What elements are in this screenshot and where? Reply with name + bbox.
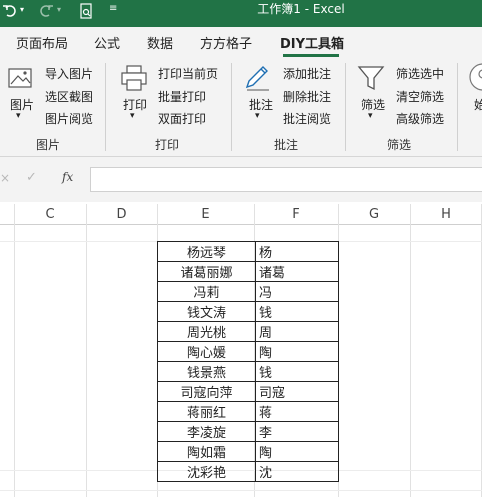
data-table: 杨远琴 杨 诸葛丽娜 诸葛 冯莉 冯 钱文涛 钱 周光桃 周 陶心媛 陶 钱景燕… bbox=[157, 241, 339, 482]
tab-diy-toolbox[interactable]: DIY工具箱 bbox=[280, 33, 344, 52]
column-header-f[interactable]: F bbox=[254, 204, 338, 225]
insert-function-icon[interactable]: fx bbox=[62, 170, 73, 184]
enter-check-icon[interactable]: ✓ bbox=[26, 170, 37, 185]
window-title: 工作簿1 - Excel bbox=[257, 2, 345, 16]
tab-fangfang[interactable]: 方方格子 bbox=[200, 33, 252, 52]
print-current-page-button[interactable]: 打印当前页 bbox=[158, 65, 218, 82]
cell-full-name[interactable]: 蒋丽红 bbox=[157, 401, 256, 422]
printer-icon[interactable] bbox=[120, 65, 148, 94]
print-dropdown-icon[interactable]: ▾ bbox=[130, 111, 135, 121]
cell-surname[interactable]: 司寇 bbox=[255, 381, 339, 402]
group-separator bbox=[457, 63, 458, 151]
cell-full-name[interactable]: 陶如霜 bbox=[157, 441, 256, 462]
group-separator bbox=[345, 63, 346, 151]
group-label-comment: 批注 bbox=[274, 138, 299, 152]
partial-next-button[interactable]: 始 bbox=[474, 96, 482, 113]
cell-surname[interactable]: 钱 bbox=[255, 361, 339, 382]
ribbon: 图片 ▾ 导入图片 选区截图 图片阅览 图片 打印 ▾ 打印当前页 批量打印 双… bbox=[0, 57, 482, 157]
filter-dropdown-icon[interactable]: ▾ bbox=[368, 111, 373, 121]
filter-selected-button[interactable]: 筛选选中 bbox=[396, 65, 444, 82]
cell-full-name[interactable]: 陶心媛 bbox=[157, 341, 256, 362]
column-header-d[interactable]: D bbox=[86, 204, 157, 225]
cell-surname[interactable]: 周 bbox=[255, 321, 339, 342]
tab-page-layout[interactable]: 页面布局 bbox=[16, 33, 68, 52]
cell-surname[interactable]: 沈 bbox=[255, 461, 339, 482]
cell-surname[interactable]: 蒋 bbox=[255, 401, 339, 422]
group-label-print: 打印 bbox=[155, 138, 180, 152]
pen-comment-icon[interactable] bbox=[243, 63, 273, 94]
cell-full-name[interactable]: 诸葛丽娜 bbox=[157, 261, 256, 282]
column-header-partial bbox=[0, 204, 14, 225]
print-button[interactable]: 打印 bbox=[123, 96, 147, 113]
ribbon-tabs: 页面布局 公式 数据 方方格子 DIY工具箱 bbox=[0, 27, 482, 57]
batch-print-button[interactable]: 批量打印 bbox=[158, 88, 206, 105]
grid-line bbox=[410, 204, 411, 497]
filter-funnel-icon[interactable] bbox=[357, 64, 385, 95]
comment-dropdown-icon[interactable]: ▾ bbox=[255, 111, 260, 121]
cell-surname[interactable]: 陶 bbox=[255, 441, 339, 462]
group-label-filter: 筛选 bbox=[387, 138, 412, 152]
table-row: 沈彩艳 沈 bbox=[157, 461, 339, 482]
tab-data[interactable]: 数据 bbox=[147, 33, 173, 52]
add-comment-button[interactable]: 添加批注 bbox=[283, 65, 331, 82]
filter-button[interactable]: 筛选 bbox=[361, 96, 385, 113]
user-icon[interactable] bbox=[468, 63, 482, 96]
formula-bar: × ✓ fx bbox=[0, 157, 482, 202]
grid-row-line bbox=[0, 490, 482, 491]
cell-full-name[interactable]: 杨远琴 bbox=[157, 241, 256, 262]
table-row: 司寇向萍 司寇 bbox=[157, 381, 339, 402]
group-label-picture: 图片 bbox=[36, 138, 61, 152]
cell-full-name[interactable]: 李凌旋 bbox=[157, 421, 256, 442]
cell-full-name[interactable]: 钱文涛 bbox=[157, 301, 256, 322]
cell-full-name[interactable]: 冯莉 bbox=[157, 281, 256, 302]
table-row: 钱景燕 钱 bbox=[157, 361, 339, 382]
group-separator bbox=[231, 63, 232, 151]
cell-full-name[interactable]: 钱景燕 bbox=[157, 361, 256, 382]
import-picture-button[interactable]: 导入图片 bbox=[45, 65, 93, 82]
picture-icon[interactable] bbox=[8, 65, 36, 94]
cancel-icon[interactable]: × bbox=[0, 171, 10, 185]
cell-surname[interactable]: 杨 bbox=[255, 241, 339, 262]
cell-surname[interactable]: 冯 bbox=[255, 281, 339, 302]
cell-surname[interactable]: 诸葛 bbox=[255, 261, 339, 282]
column-header-c[interactable]: C bbox=[14, 204, 86, 225]
formula-input[interactable] bbox=[90, 167, 482, 192]
duplex-print-button[interactable]: 双面打印 bbox=[158, 110, 206, 127]
cell-surname[interactable]: 钱 bbox=[255, 301, 339, 322]
comment-button[interactable]: 批注 bbox=[249, 96, 273, 113]
comment-view-button[interactable]: 批注阅览 bbox=[283, 110, 331, 127]
cell-full-name[interactable]: 司寇向萍 bbox=[157, 381, 256, 402]
table-row: 陶如霜 陶 bbox=[157, 441, 339, 462]
title-bar: ▾ ▾ ≡ 工作簿1 - Excel bbox=[0, 0, 482, 27]
region-screenshot-button[interactable]: 选区截图 bbox=[45, 88, 93, 105]
tab-formulas[interactable]: 公式 bbox=[94, 33, 120, 52]
grid-line bbox=[14, 204, 15, 497]
delete-comment-button[interactable]: 删除批注 bbox=[283, 88, 331, 105]
table-row: 陶心媛 陶 bbox=[157, 341, 339, 362]
table-row: 周光桃 周 bbox=[157, 321, 339, 342]
advanced-filter-button[interactable]: 高级筛选 bbox=[396, 110, 444, 127]
table-row: 钱文涛 钱 bbox=[157, 301, 339, 322]
column-header-e[interactable]: E bbox=[157, 204, 254, 225]
table-row: 诸葛丽娜 诸葛 bbox=[157, 261, 339, 282]
table-row: 李凌旋 李 bbox=[157, 421, 339, 442]
table-row: 蒋丽红 蒋 bbox=[157, 401, 339, 422]
clear-filter-button[interactable]: 清空筛选 bbox=[396, 88, 444, 105]
column-header-g[interactable]: G bbox=[338, 204, 410, 225]
cell-surname[interactable]: 陶 bbox=[255, 341, 339, 362]
picture-view-button[interactable]: 图片阅览 bbox=[45, 110, 93, 127]
table-row: 冯莉 冯 bbox=[157, 281, 339, 302]
picture-dropdown-icon[interactable]: ▾ bbox=[16, 111, 21, 121]
grid-line bbox=[86, 204, 87, 497]
cell-full-name[interactable]: 周光桃 bbox=[157, 321, 256, 342]
cell-surname[interactable]: 李 bbox=[255, 421, 339, 442]
column-header-h[interactable]: H bbox=[410, 204, 482, 225]
group-separator bbox=[105, 63, 106, 151]
cell-full-name[interactable]: 沈彩艳 bbox=[157, 461, 256, 482]
picture-button[interactable]: 图片 bbox=[10, 96, 34, 113]
table-row: 杨远琴 杨 bbox=[157, 241, 339, 262]
